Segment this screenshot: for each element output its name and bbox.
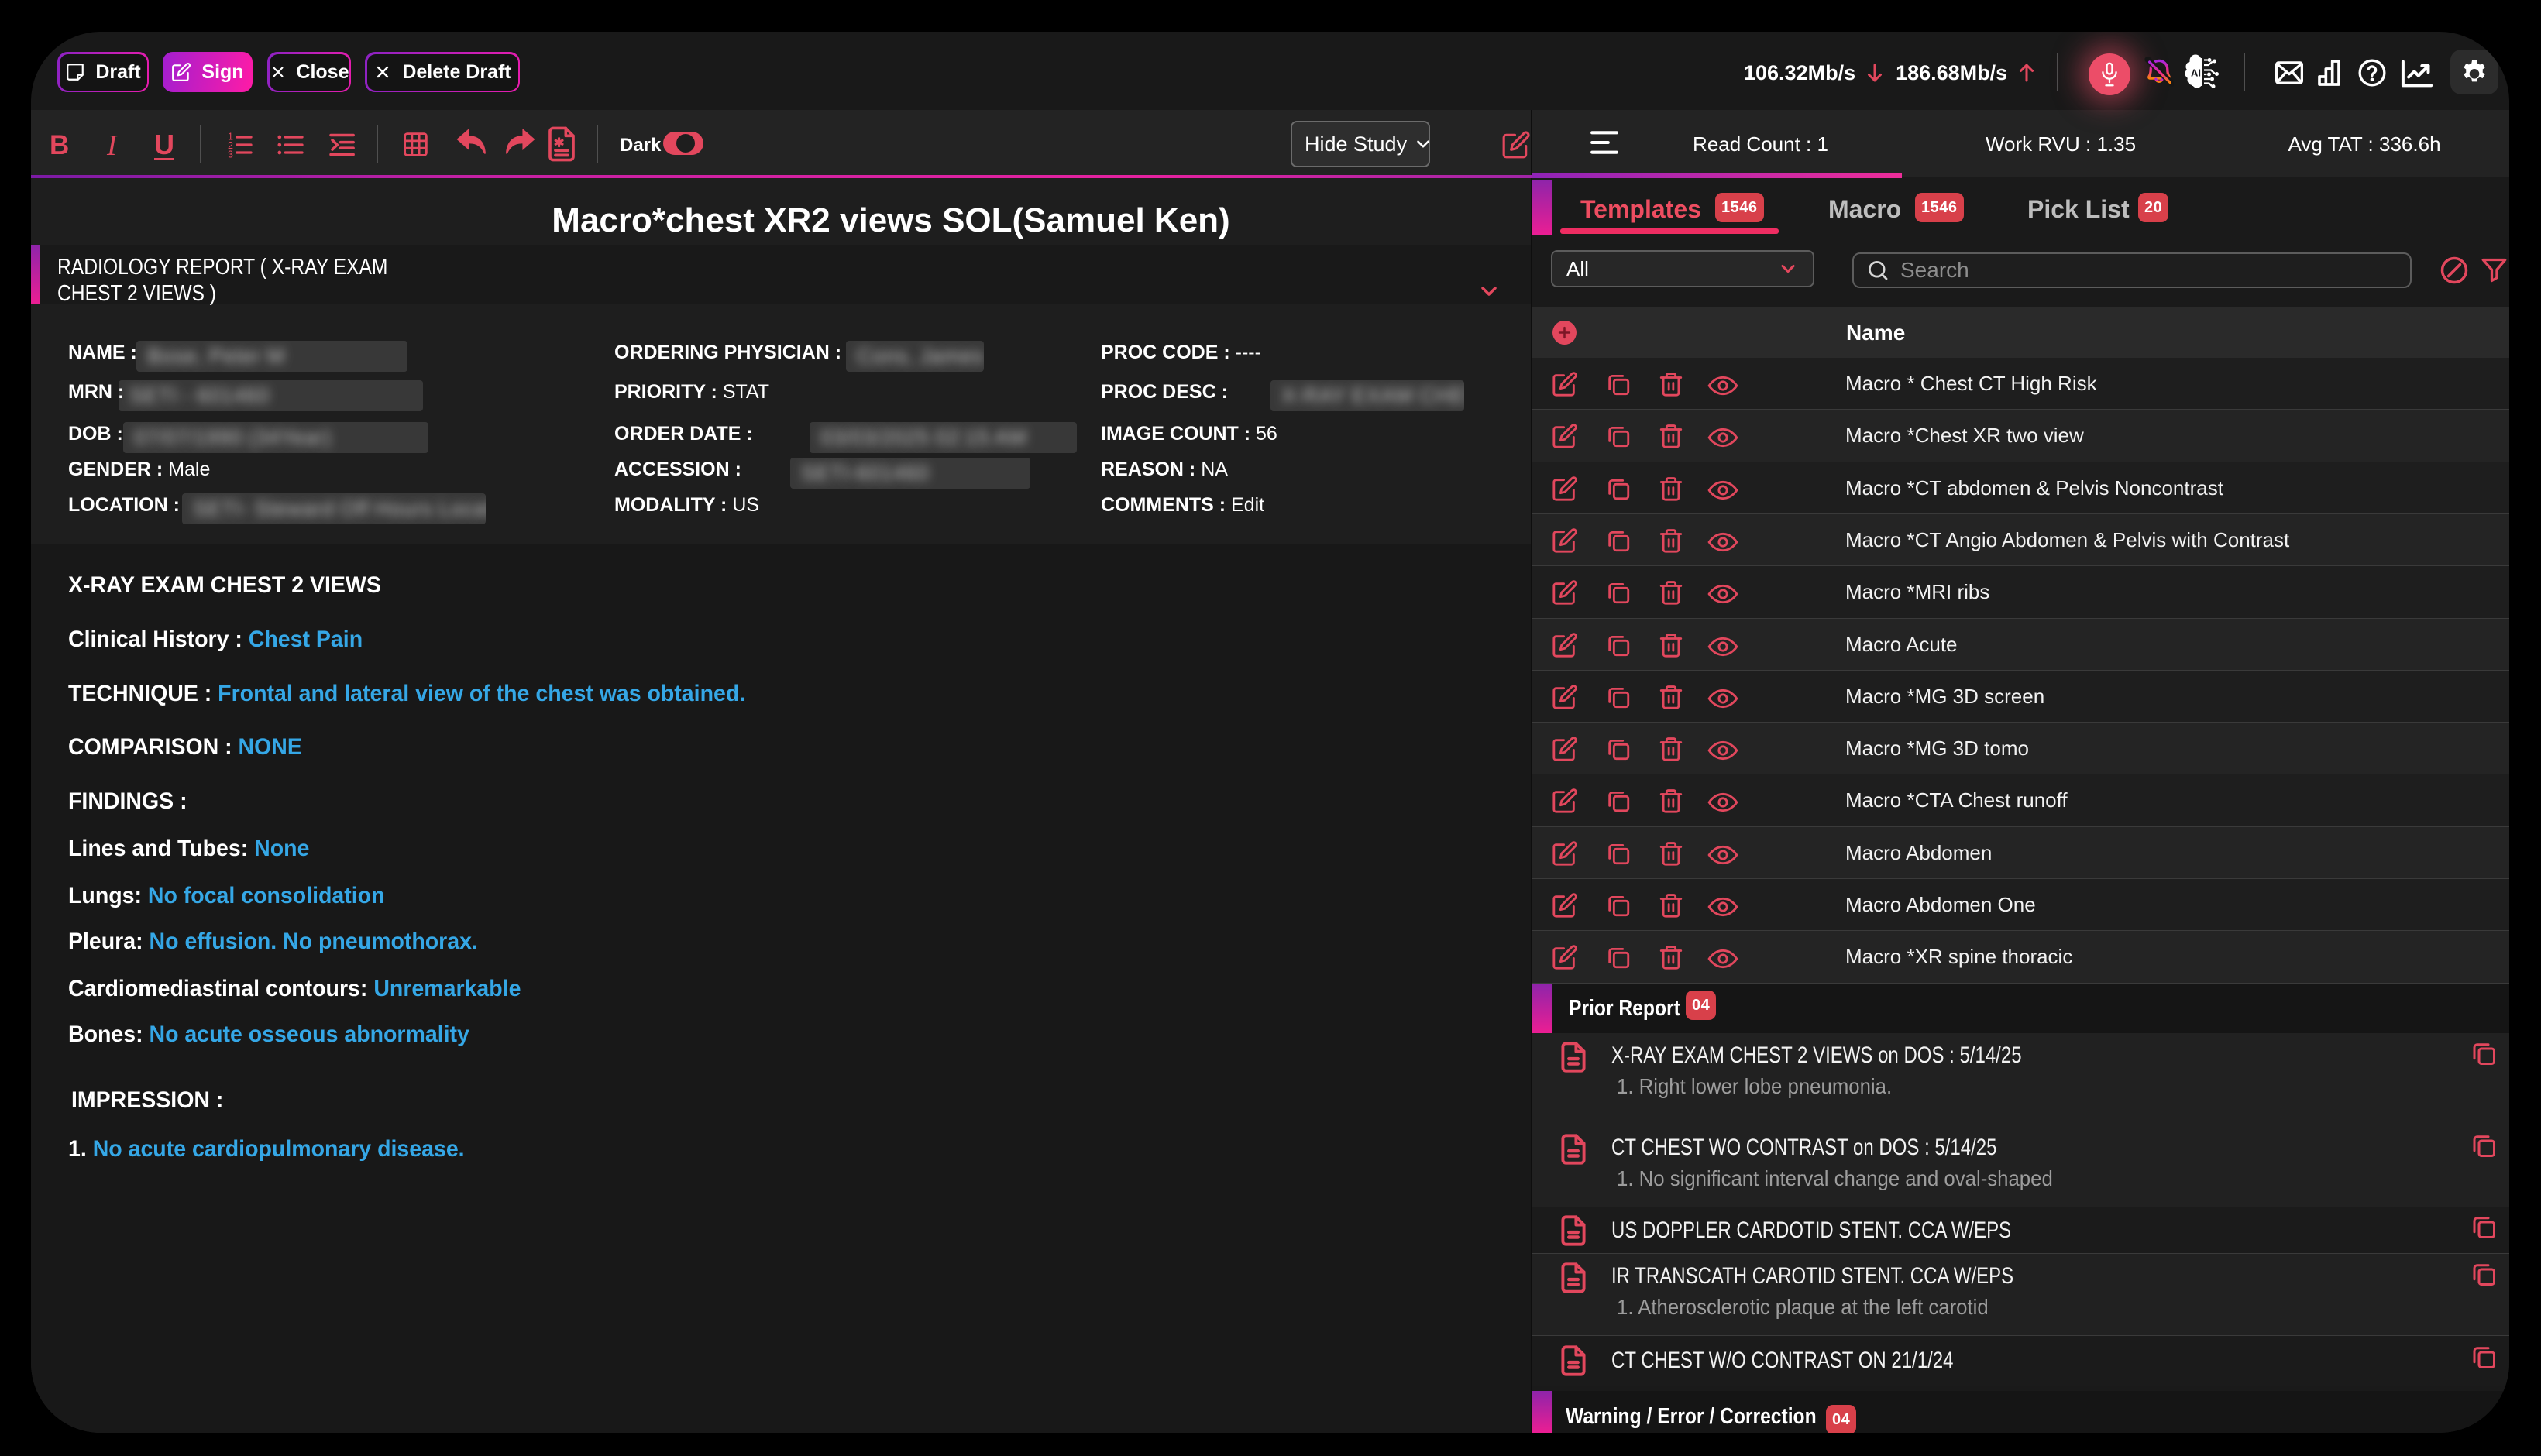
svg-text:AI: AI	[2191, 67, 2201, 79]
svg-text:3: 3	[228, 149, 233, 160]
